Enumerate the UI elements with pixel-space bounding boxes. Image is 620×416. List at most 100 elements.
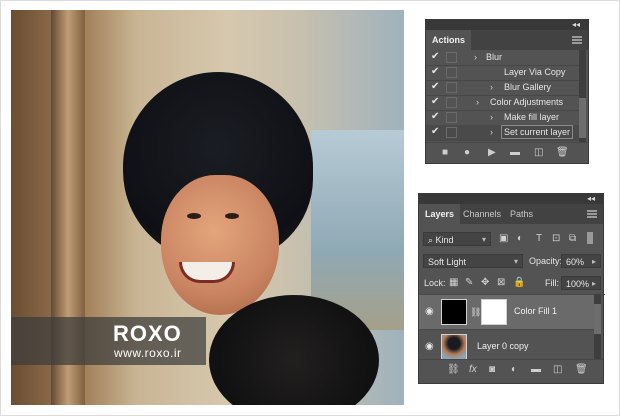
layer-name: Color Fill 1 — [514, 306, 558, 316]
collapse-icon[interactable]: ◂◂ — [572, 20, 580, 29]
actions-scrollbar[interactable] — [579, 50, 586, 142]
tab-paths[interactable]: Paths — [504, 204, 539, 224]
action-row[interactable]: ✔ › Blur — [426, 50, 586, 66]
layers-list: ◉ ⛓ Color Fill 1 ◉ Layer 0 copy — [419, 294, 605, 361]
dialog-toggle[interactable] — [446, 112, 457, 123]
opacity-value: 60% — [566, 257, 585, 267]
actions-footer: ■ ● ▶ ▬ ◫ 🗑 — [426, 142, 588, 163]
layer-style-icon[interactable]: fx — [469, 364, 477, 376]
layer-row-layer0-copy[interactable]: ◉ Layer 0 copy — [419, 330, 597, 361]
add-mask-icon[interactable]: ◙ — [489, 364, 495, 376]
layer-thumbnail — [441, 334, 467, 360]
expand-arrow-icon[interactable]: › — [490, 126, 493, 138]
fill-label: Fill: — [545, 278, 559, 288]
action-label: Blur — [486, 52, 503, 62]
toggle-check-icon[interactable]: ✔ — [431, 51, 441, 63]
photo-canvas — [11, 10, 404, 405]
play-icon[interactable]: ▶ — [488, 147, 496, 159]
scroll-thumb[interactable] — [579, 98, 586, 138]
scroll-thumb[interactable] — [594, 304, 601, 334]
expand-arrow-icon[interactable]: › — [474, 51, 477, 63]
record-icon[interactable]: ● — [464, 147, 470, 159]
actions-tabs: Actions — [426, 30, 588, 50]
action-row[interactable]: ✔ › Make fill layer — [426, 110, 586, 126]
layer-mask-thumbnail — [481, 299, 507, 325]
layer-name: Layer 0 copy — [477, 341, 529, 351]
layers-tabs: Layers Channels Paths — [419, 204, 603, 224]
lock-artboard-icon[interactable]: ⊠ — [497, 277, 505, 289]
fill-field[interactable]: 100% ▸ — [561, 276, 601, 290]
watermark-brand: ROXO — [113, 321, 182, 346]
toggle-check-icon[interactable]: ✔ — [431, 81, 441, 93]
blend-mode-select[interactable]: Soft Light ▾ — [423, 254, 523, 268]
toggle-check-icon[interactable]: ✔ — [431, 66, 441, 78]
new-layer-icon[interactable]: ◫ — [553, 364, 562, 376]
delete-layer-icon[interactable]: 🗑 — [575, 364, 588, 376]
filter-pixel-icon[interactable]: ▣ — [499, 233, 508, 245]
expand-arrow-icon[interactable]: › — [490, 111, 493, 123]
lock-label: Lock: — [424, 278, 446, 288]
layers-scrollbar[interactable] — [594, 294, 601, 360]
chevron-down-icon: ▸ — [591, 257, 596, 266]
tab-channels[interactable]: Channels — [457, 204, 507, 224]
lock-pixels-icon[interactable]: ✎ — [465, 277, 473, 289]
filter-kind-select[interactable]: ⌕ Kind ▾ — [423, 232, 491, 246]
new-set-icon[interactable]: ▬ — [510, 147, 520, 159]
subject-face — [161, 175, 279, 315]
filter-smart-object-icon[interactable]: ⧉ — [569, 233, 576, 245]
action-label: Color Adjustments — [490, 97, 564, 107]
panel-menu-icon[interactable] — [587, 210, 597, 218]
toggle-check-icon[interactable]: ✔ — [431, 96, 441, 108]
subject-eye-right — [225, 213, 239, 219]
chevron-down-icon: ▾ — [513, 257, 518, 266]
filter-kind-label: Kind — [435, 235, 454, 245]
filter-toggle[interactable] — [587, 232, 593, 244]
toggle-check-icon[interactable]: ✔ — [431, 126, 441, 138]
expand-arrow-icon[interactable]: › — [476, 96, 479, 108]
dialog-toggle[interactable] — [446, 97, 457, 108]
lock-all-icon[interactable]: 🔒 — [513, 277, 525, 289]
toggle-check-icon[interactable]: ✔ — [431, 111, 441, 123]
action-row[interactable]: ✔ › Blur Gallery — [426, 80, 586, 96]
tab-actions[interactable]: Actions — [426, 30, 472, 50]
new-adjustment-icon[interactable]: ◐ — [511, 364, 517, 376]
filter-type-icon[interactable]: T — [536, 233, 542, 245]
search-icon: ⌕ — [428, 235, 436, 245]
collapse-icon[interactable]: ◂◂ — [587, 194, 595, 203]
chevron-down-icon: ▾ — [481, 235, 486, 244]
visibility-eye-icon[interactable]: ◉ — [425, 306, 434, 317]
lock-transparent-icon[interactable]: ▦ — [449, 277, 458, 289]
panel-menu-icon[interactable] — [572, 36, 582, 44]
link-layers-icon[interactable]: ⛓ — [447, 364, 460, 376]
action-row[interactable]: ✔ › Color Adjustments — [426, 95, 586, 111]
opacity-label: Opacity: — [529, 256, 563, 266]
action-label: Make fill layer — [504, 112, 560, 122]
stop-icon[interactable]: ■ — [442, 147, 448, 159]
actions-panel: ◂◂ Actions ✔ › Blur ✔ Layer Via Copy ✔ ›… — [425, 19, 589, 164]
lock-position-icon[interactable]: ✥ — [481, 277, 489, 289]
visibility-eye-icon[interactable]: ◉ — [425, 341, 434, 352]
layer-thumbnail — [441, 299, 467, 325]
trash-icon[interactable]: 🗑 — [556, 147, 569, 159]
subject-eye-left — [187, 213, 201, 219]
action-label: Set current layer — [500, 125, 574, 139]
dialog-toggle[interactable] — [446, 52, 457, 63]
dialog-toggle[interactable] — [446, 67, 457, 78]
chain-link-icon[interactable]: ⛓ — [470, 307, 481, 318]
new-group-icon[interactable]: ▬ — [531, 364, 541, 376]
new-action-icon[interactable]: ◫ — [534, 147, 543, 159]
filter-shape-icon[interactable]: ⊡ — [552, 233, 560, 245]
layer-row-color-fill[interactable]: ◉ ⛓ Color Fill 1 — [419, 295, 597, 330]
filter-adjustment-icon[interactable]: ◐ — [517, 233, 523, 245]
chevron-down-icon: ▸ — [591, 279, 596, 288]
dialog-toggle[interactable] — [446, 127, 457, 138]
action-row[interactable]: ✔ Layer Via Copy — [426, 65, 586, 81]
tab-layers[interactable]: Layers — [419, 204, 461, 224]
layers-panel: ◂◂ Layers Channels Paths ⌕ Kind ▾ ▣ ◐ T … — [418, 193, 605, 384]
action-row-selected[interactable]: ✔ › Set current layer — [426, 125, 586, 141]
dialog-toggle[interactable] — [446, 82, 457, 93]
layers-footer: ⛓ fx ◙ ◐ ▬ ◫ 🗑 — [419, 359, 603, 383]
opacity-field[interactable]: 60% ▸ — [561, 254, 601, 268]
action-label: Blur Gallery — [504, 82, 552, 92]
expand-arrow-icon[interactable]: › — [490, 81, 493, 93]
